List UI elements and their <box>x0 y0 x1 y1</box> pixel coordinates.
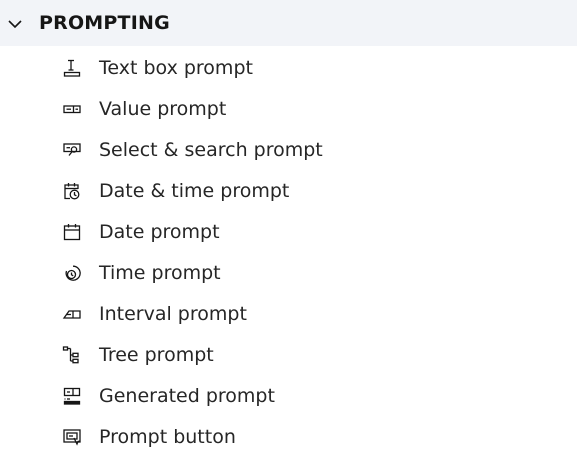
item-label: Generated prompt <box>99 385 275 407</box>
item-label: Time prompt <box>99 262 221 284</box>
generated-prompt-icon <box>62 386 82 406</box>
item-prompt-button[interactable]: Prompt button <box>62 419 482 455</box>
chevron-down-icon[interactable] <box>5 14 25 34</box>
time-prompt-icon <box>62 263 82 283</box>
prompt-button-icon <box>62 427 82 447</box>
item-label: Interval prompt <box>99 303 247 325</box>
value-prompt-icon <box>62 99 82 119</box>
interval-prompt-icon <box>62 304 82 324</box>
item-label: Text box prompt <box>99 57 253 79</box>
date-time-prompt-icon <box>62 181 82 201</box>
item-tree-prompt[interactable]: Tree prompt <box>62 337 482 373</box>
item-value-prompt[interactable]: Value prompt <box>62 91 482 127</box>
select-search-prompt-icon <box>62 140 82 160</box>
section-title: PROMPTING <box>39 12 170 34</box>
item-generated-prompt[interactable]: Generated prompt <box>62 378 482 414</box>
text-box-prompt-icon <box>62 58 82 78</box>
item-label: Date prompt <box>99 221 220 243</box>
item-date-prompt[interactable]: Date prompt <box>62 214 482 250</box>
item-label: Value prompt <box>99 98 227 120</box>
item-label: Prompt button <box>99 426 236 448</box>
item-interval-prompt[interactable]: Interval prompt <box>62 296 482 332</box>
item-label: Date & time prompt <box>99 180 290 202</box>
date-prompt-icon <box>62 222 82 242</box>
section-header-prompting[interactable]: PROMPTING <box>0 0 577 46</box>
item-time-prompt[interactable]: Time prompt <box>62 255 482 291</box>
tree-prompt-icon <box>62 345 82 365</box>
item-select-search-prompt[interactable]: Select & search prompt <box>62 132 482 168</box>
item-label: Select & search prompt <box>99 139 323 161</box>
item-date-time-prompt[interactable]: Date & time prompt <box>62 173 482 209</box>
item-label: Tree prompt <box>99 344 214 366</box>
item-text-box-prompt[interactable]: Text box prompt <box>62 50 482 86</box>
